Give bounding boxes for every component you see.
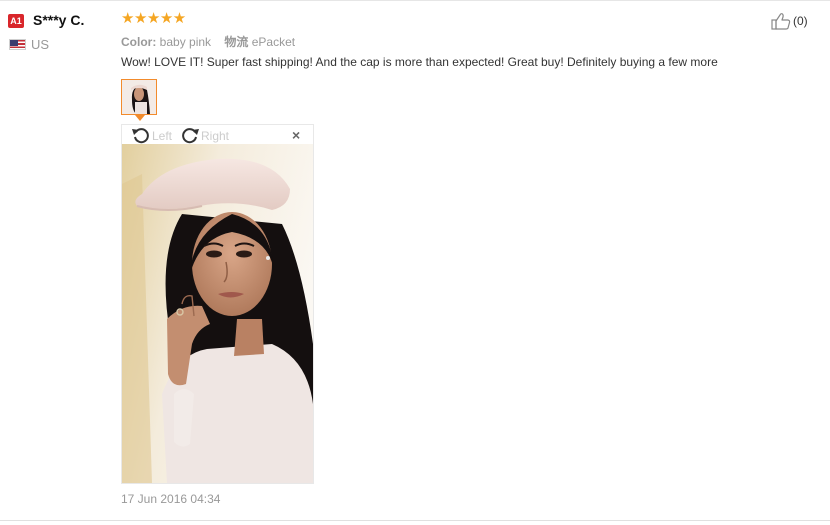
viewer-toolbar: Left Right × xyxy=(122,125,313,144)
rotate-left-icon xyxy=(132,128,149,144)
color-label: Color: xyxy=(121,35,157,49)
shipping-value: ePacket xyxy=(251,35,296,49)
rotate-right-label: Right xyxy=(201,128,230,143)
thumbnail-pointer xyxy=(135,115,145,121)
thumbnail-image xyxy=(122,80,156,114)
review-photo xyxy=(122,144,313,483)
color-value: baby pink xyxy=(159,35,212,49)
star-rating: ★★★★★ xyxy=(121,10,186,27)
rotate-right-icon xyxy=(182,128,199,144)
review-timestamp: 17 Jun 2016 04:34 xyxy=(121,492,221,506)
review-photo-image xyxy=(122,144,313,483)
rotate-right-button[interactable]: Right xyxy=(180,127,229,144)
shipping-label: 物流 xyxy=(224,35,249,49)
rotate-left-label: Left xyxy=(152,128,173,143)
thumbs-up-icon xyxy=(771,13,791,30)
us-flag-icon xyxy=(9,39,26,50)
image-viewer: Left Right × xyxy=(121,124,314,484)
buyer-level-badge: A1 xyxy=(8,14,24,28)
helpful-count: (0) xyxy=(793,14,808,28)
reviewer-country: US xyxy=(31,37,50,52)
helpful-button[interactable]: (0) xyxy=(771,12,808,30)
reviewer-name: S***y C. xyxy=(33,12,85,28)
rotate-left-button[interactable]: Left xyxy=(131,127,172,144)
bottom-divider xyxy=(0,520,830,521)
product-attributes: Color: baby pink 物流 ePacket xyxy=(121,33,295,50)
top-divider xyxy=(0,0,830,1)
close-viewer-button[interactable]: × xyxy=(292,128,300,142)
review-text: Wow! LOVE IT! Super fast shipping! And t… xyxy=(121,55,718,69)
review-photo-thumbnail[interactable] xyxy=(121,79,157,115)
